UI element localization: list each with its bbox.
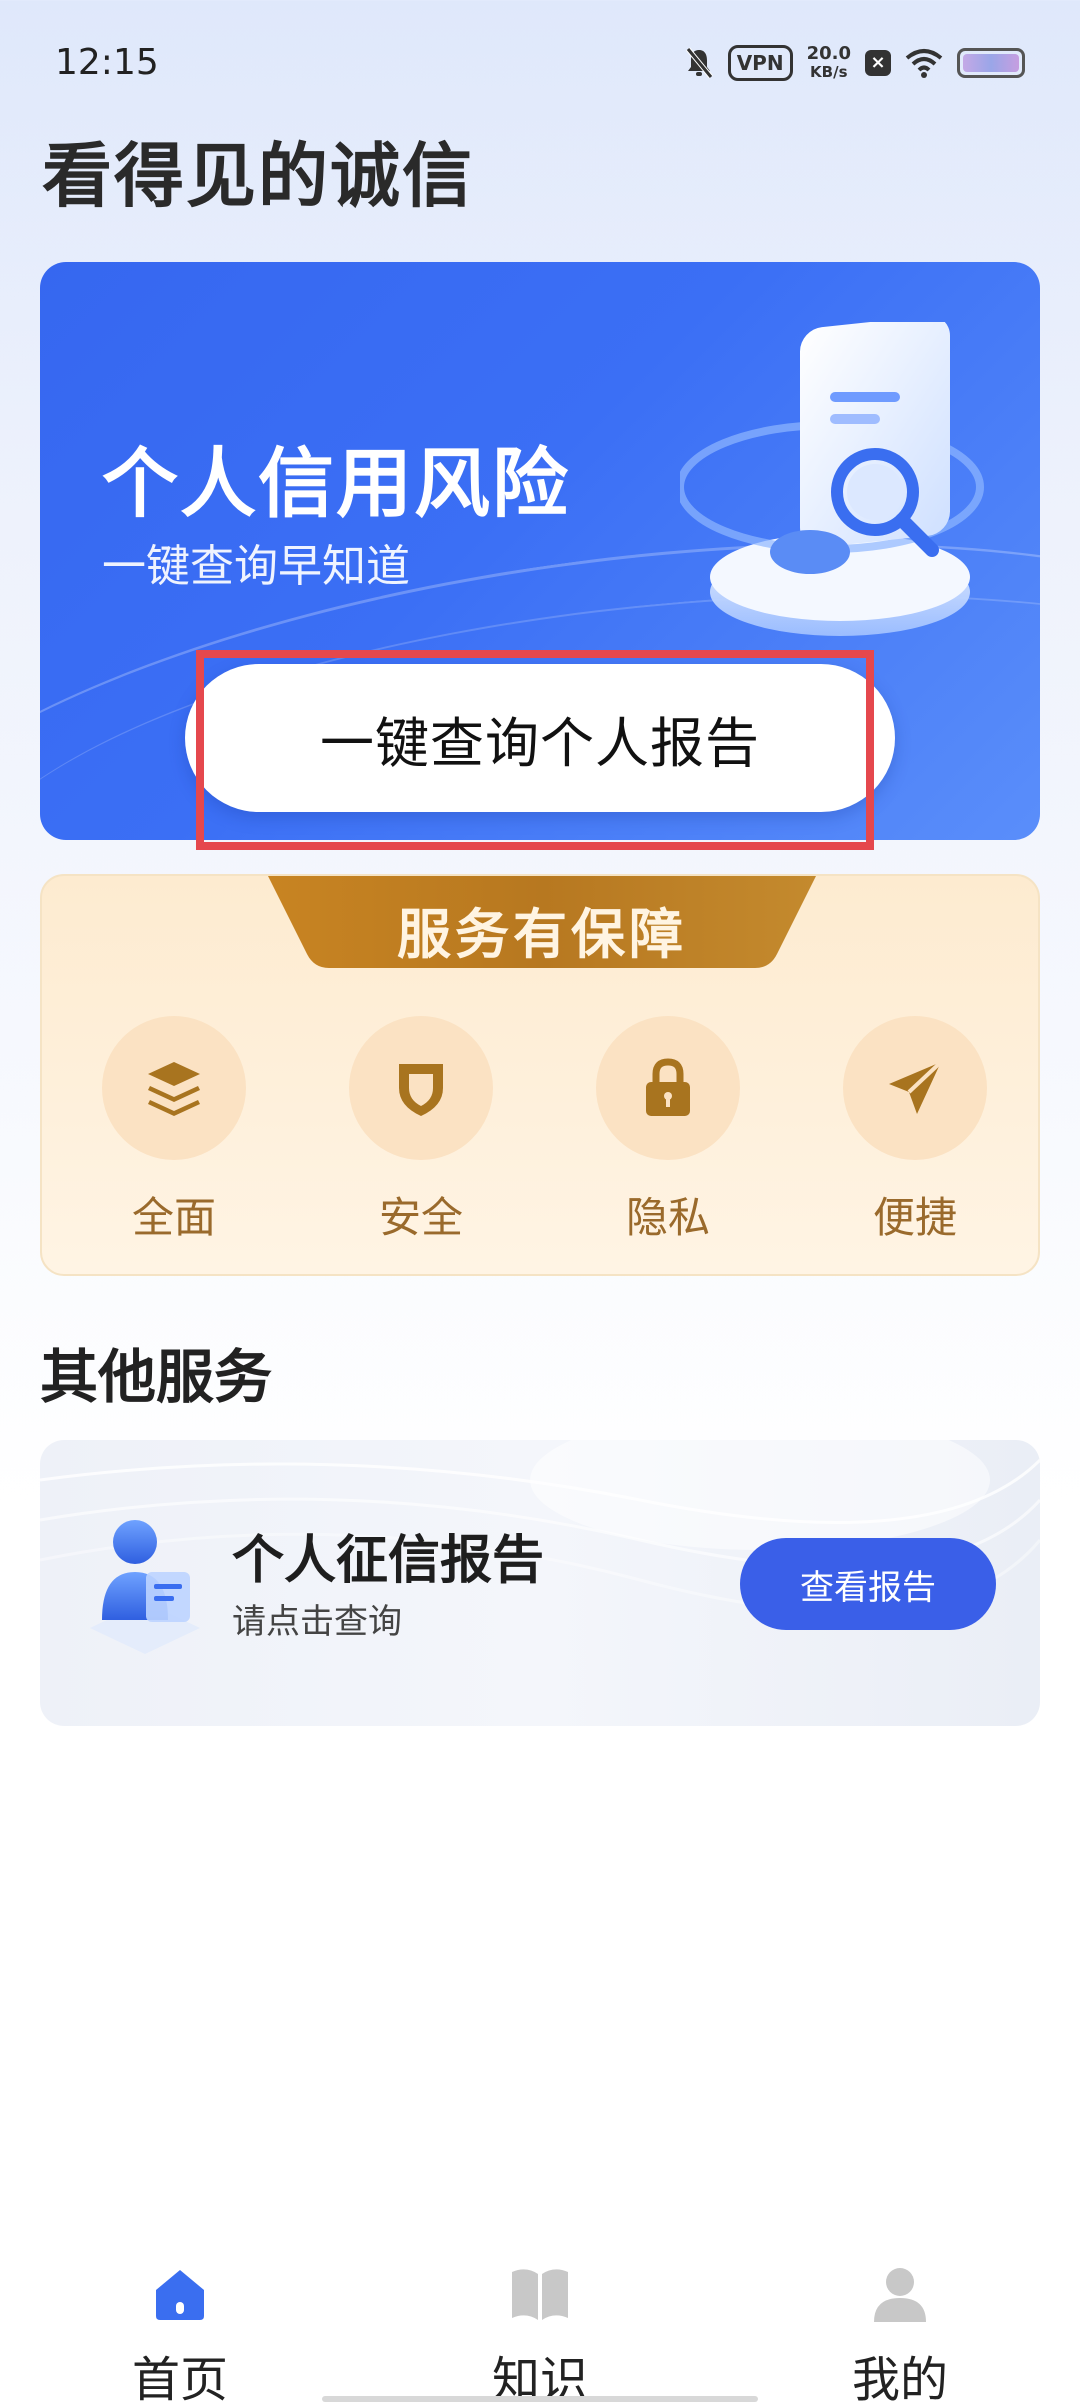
- nav-item-home[interactable]: 首页: [80, 2262, 280, 2408]
- shield-icon: [399, 1064, 443, 1116]
- highlight-annotation-box: [196, 650, 874, 850]
- status-time: 12:15: [55, 42, 159, 83]
- view-report-button[interactable]: 查看报告: [740, 1538, 996, 1630]
- battery-icon: [957, 48, 1025, 78]
- banner-subtitle: 一键查询早知道: [102, 541, 410, 592]
- feature-comprehensive: 全面: [94, 1016, 254, 1245]
- banner-title: 个人信用风险: [102, 439, 570, 528]
- other-services-title: 其他服务: [40, 1343, 273, 1411]
- network-speed-value: 20.0: [806, 43, 851, 64]
- network-speed: 20.0 KB/s: [806, 43, 851, 82]
- service-guarantee-card: 服务有保障 全面 安全 隐私 便捷: [40, 874, 1040, 1276]
- nav-item-mine[interactable]: 我的: [800, 2262, 1000, 2408]
- vpn-badge: VPN: [727, 45, 793, 81]
- feature-convenience: 便捷: [835, 1016, 995, 1245]
- card-title: 个人征信报告: [232, 1531, 545, 1591]
- status-icons: VPN 20.0 KB/s ×: [684, 40, 1025, 86]
- nav-label: 我的: [851, 2352, 948, 2408]
- guarantee-header: 服务有保障: [397, 903, 687, 966]
- send-icon: [889, 1060, 943, 1114]
- network-speed-unit: KB/s: [810, 63, 848, 81]
- nav-label: 首页: [131, 2352, 228, 2408]
- card-subtitle: 请点击查询: [232, 1602, 402, 1642]
- profile-icon: [874, 2268, 926, 2322]
- bottom-navigation: 首页 知识 我的: [0, 2240, 1080, 2408]
- lock-icon: [646, 1058, 690, 1116]
- close-notification-icon: ×: [865, 50, 891, 76]
- user-report-icon: [90, 1520, 200, 1654]
- feature-security: 安全: [341, 1016, 501, 1245]
- home-icon: [156, 2270, 204, 2320]
- feature-label: 便捷: [872, 1193, 957, 1242]
- credit-report-card[interactable]: 个人征信报告 请点击查询 查看报告: [40, 1440, 1040, 1726]
- wifi-icon: [905, 49, 943, 78]
- status-bar: 12:15 VPN 20.0 KB/s ×: [0, 0, 1080, 120]
- page-title: 看得见的诚信: [42, 135, 474, 217]
- feature-label: 全面: [131, 1193, 216, 1242]
- book-icon: [512, 2269, 568, 2320]
- feature-label: 隐私: [625, 1193, 710, 1242]
- mute-bell-icon: [685, 47, 713, 79]
- home-indicator[interactable]: [322, 2396, 758, 2402]
- nav-item-knowledge[interactable]: 知识: [440, 2262, 640, 2408]
- feature-label: 安全: [378, 1193, 463, 1242]
- layers-icon: [148, 1062, 200, 1116]
- credit-report-search-illustration: [680, 322, 984, 636]
- feature-privacy: 隐私: [588, 1016, 748, 1245]
